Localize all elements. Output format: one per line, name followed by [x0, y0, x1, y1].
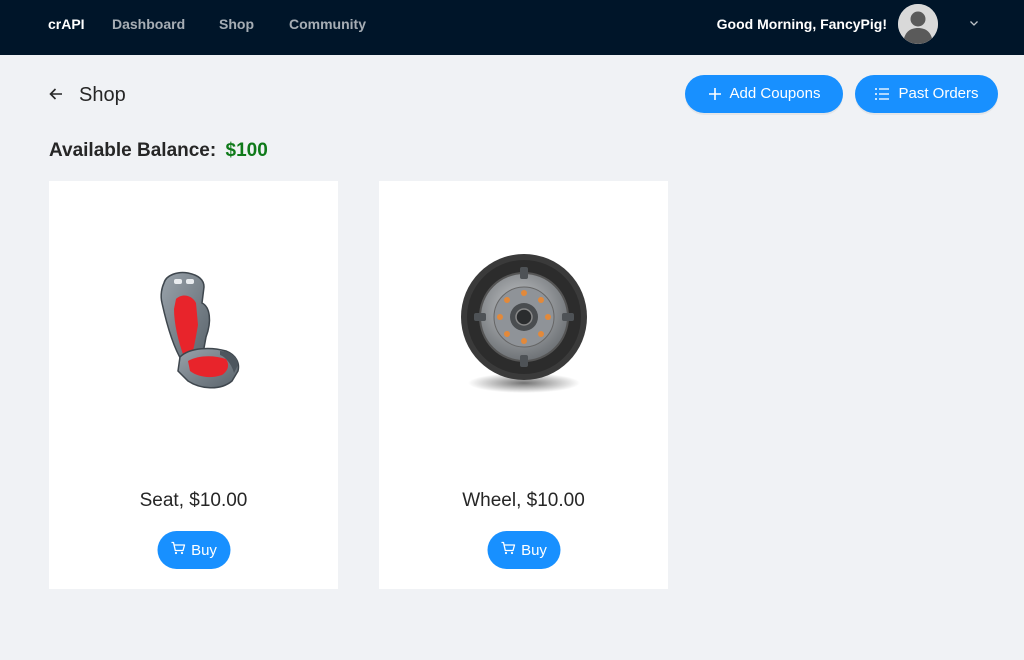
balance-label: Available Balance:: [49, 140, 217, 161]
buy-button[interactable]: Buy: [487, 531, 560, 569]
car-seat-image: [104, 241, 284, 421]
buy-label: Buy: [191, 541, 217, 559]
buy-button[interactable]: Buy: [157, 531, 230, 569]
wheel-image: [434, 241, 614, 421]
product-name: Wheel, $10.00: [462, 490, 585, 511]
brand-logo[interactable]: crAPI: [48, 15, 85, 33]
nav-community[interactable]: Community: [289, 15, 366, 33]
balance-amount: $100: [225, 140, 268, 161]
shopping-cart-icon: [500, 541, 515, 559]
product-card: Wheel, $10.00 Buy: [379, 181, 668, 589]
product-card: Seat, $10.00 Buy: [49, 181, 338, 589]
list-icon: [874, 87, 890, 101]
buy-label: Buy: [521, 541, 547, 559]
greeting-text: Good Morning, FancyPig!: [716, 16, 887, 32]
chevron-down-icon[interactable]: [968, 16, 980, 28]
add-coupons-button[interactable]: Add Coupons: [685, 75, 843, 113]
past-orders-button[interactable]: Past Orders: [855, 75, 998, 113]
top-navigation-bar: crAPI Dashboard Shop Community Good Morn…: [0, 0, 1024, 55]
past-orders-label: Past Orders: [898, 85, 979, 102]
user-avatar-icon[interactable]: [898, 4, 938, 44]
page-title: Shop: [79, 84, 126, 106]
shopping-cart-icon: [170, 541, 185, 559]
nav-dashboard[interactable]: Dashboard: [112, 15, 185, 33]
nav-shop[interactable]: Shop: [219, 15, 254, 33]
available-balance: Available Balance: $100: [49, 140, 268, 162]
arrow-left-icon[interactable]: [48, 86, 64, 102]
add-coupons-label: Add Coupons: [729, 85, 821, 102]
plus-icon: [708, 87, 722, 101]
product-name: Seat, $10.00: [139, 490, 248, 511]
